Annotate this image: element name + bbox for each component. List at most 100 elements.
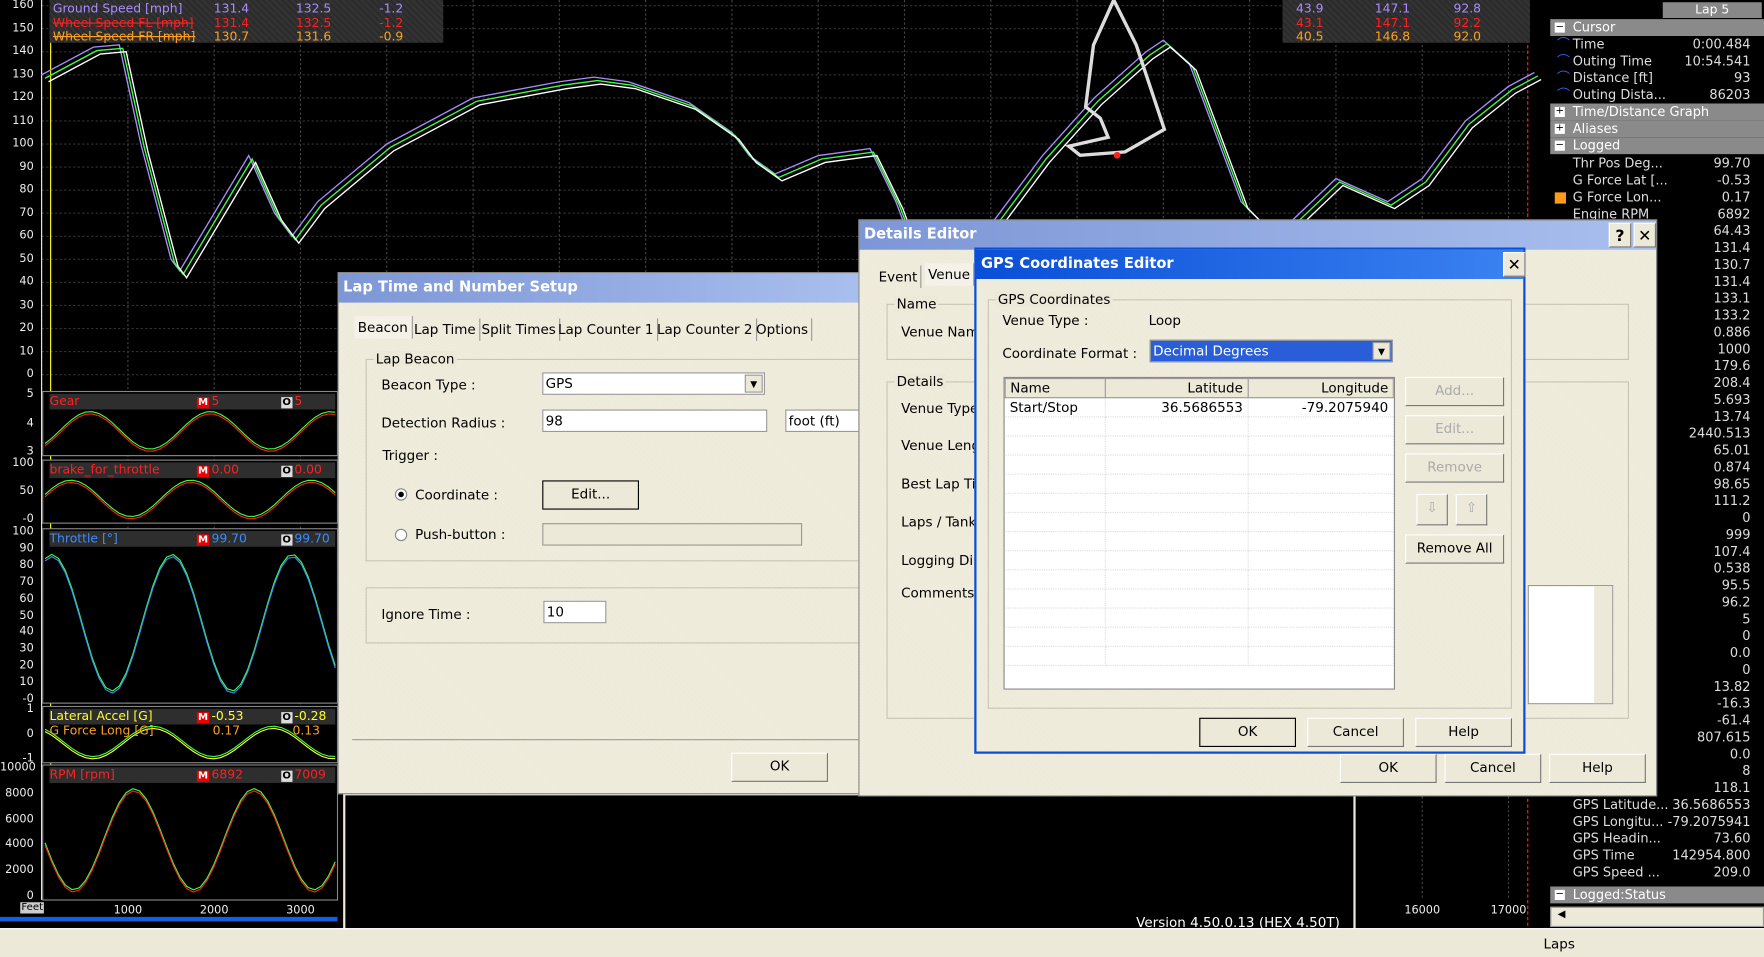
move-up-icon[interactable]: ⇧ [1455, 493, 1488, 526]
section-cursor[interactable]: − Cursor [1550, 19, 1764, 36]
edit-coordinates-button[interactable]: Edit... [542, 480, 639, 510]
logged-row[interactable]: GPS Longitu... -79.2075941 [1550, 813, 1764, 830]
expand-icon[interactable]: + [1554, 123, 1565, 134]
section-logged[interactable]: − Logged [1550, 137, 1764, 155]
close-icon[interactable]: ✕ [1503, 252, 1526, 277]
tab-options[interactable]: Options [753, 318, 813, 341]
column-header[interactable]: Name [1004, 378, 1106, 399]
logged-row[interactable]: GPS Headin... 73.60 [1550, 830, 1764, 847]
legend-name[interactable]: Ground Speed [mph] [53, 1, 183, 16]
legend-name[interactable]: Wheel Speed FL [mph] [53, 15, 194, 30]
section-aliases[interactable]: + Aliases [1550, 120, 1764, 138]
section-logged-status[interactable]: − Logged:Status [1550, 886, 1764, 904]
tab-event[interactable]: Event [875, 265, 922, 288]
coordinate-radio[interactable] [394, 488, 408, 501]
push-button-input[interactable] [542, 523, 803, 546]
push-button-radio[interactable] [394, 528, 408, 542]
logged-row[interactable]: GPS Latitude... 36.5686553 [1550, 797, 1764, 814]
table-row[interactable] [1005, 550, 1394, 571]
y-tick-label: 150 [12, 21, 34, 35]
beacon-type-select[interactable]: GPS ▼ [542, 372, 765, 395]
comments-scrollbar[interactable] [1594, 586, 1613, 704]
ok-button[interactable]: OK [731, 752, 828, 782]
ignore-time-label: Ignore Time : [381, 606, 471, 623]
scrollbar[interactable] [0, 916, 338, 922]
table-row[interactable] [1005, 512, 1394, 533]
table-cell [1104, 474, 1249, 494]
strip-o-value: 0.00 [294, 462, 322, 477]
logged-row[interactable]: GPS Time 142954.800 [1550, 847, 1764, 864]
collapse-icon[interactable]: − [1554, 22, 1565, 33]
cancel-button[interactable]: Cancel [1307, 717, 1404, 747]
strip-name[interactable]: Lateral Accel [G] [50, 709, 153, 724]
table-row[interactable] [1005, 531, 1394, 552]
y-tick-label: 100 [12, 525, 34, 538]
ignore-time-input[interactable]: 10 [543, 600, 607, 624]
tab-split-times[interactable]: Split Times [478, 318, 561, 341]
tab-venue[interactable]: Venue [924, 263, 975, 286]
coordinate-format-select[interactable]: Decimal Degrees ▼ [1149, 339, 1393, 363]
help-button[interactable]: Help [1549, 753, 1646, 783]
edit-button[interactable]: Edit... [1405, 415, 1505, 445]
help-button[interactable]: Help [1415, 717, 1512, 747]
strip-name[interactable]: RPM [rpm] [50, 767, 115, 782]
comments-input[interactable] [1527, 585, 1614, 705]
tab-lap-time[interactable]: Lap Time [411, 318, 481, 341]
table-row[interactable]: Start/Stop 36.5686553 -79.2075940 [1005, 397, 1394, 418]
strip-m-value: -0.53 [211, 708, 244, 724]
table-row[interactable] [1005, 569, 1394, 590]
remove-all-button[interactable]: Remove All [1405, 534, 1505, 564]
panel-scrollbar[interactable]: ◀ [1550, 906, 1764, 927]
collapse-icon[interactable]: − [1554, 889, 1565, 900]
ok-button[interactable]: OK [1199, 717, 1296, 747]
logged-row[interactable]: G Force Lon... 0.17 [1550, 189, 1764, 206]
tab-bar: Beacon Lap Time Split Times Lap Counter 1 La… [354, 316, 872, 343]
detection-radius-input[interactable]: 98 [542, 409, 768, 432]
splash-area: Version 4.50.0.13 (HEX 4.50T) [343, 793, 1356, 940]
table-row[interactable] [1005, 435, 1394, 456]
move-down-icon[interactable]: ⇩ [1416, 493, 1448, 526]
scroll-left-icon[interactable]: ◀ [1554, 909, 1570, 925]
tab-lap-counter-1[interactable]: Lap Counter 1 [555, 318, 658, 341]
table-row[interactable] [1005, 416, 1394, 437]
table-row[interactable] [1005, 608, 1394, 628]
logged-row[interactable]: Thr Pos Deg... 99.70 [1550, 155, 1764, 172]
table-row[interactable] [1005, 455, 1394, 475]
m-badge-icon: M [196, 770, 210, 782]
strip-name[interactable]: brake_for_throttle [50, 462, 160, 477]
logged-row[interactable]: G Force Lat [... -0.53 [1550, 172, 1764, 189]
table-cell [1247, 531, 1394, 552]
cancel-button[interactable]: Cancel [1444, 753, 1542, 783]
chevron-down-icon[interactable]: ▼ [1372, 342, 1391, 360]
column-header[interactable]: Longitude [1247, 378, 1394, 399]
table-row[interactable] [1005, 646, 1394, 666]
table-row[interactable] [1005, 588, 1394, 609]
strip-name[interactable]: Gear [50, 394, 80, 409]
column-header[interactable]: Latitude [1104, 378, 1249, 399]
lap-selector[interactable]: Lap 5 [1662, 2, 1762, 18]
table-row[interactable] [1005, 627, 1394, 647]
y-tick-label: 50 [19, 484, 34, 498]
strip-name[interactable]: Throttle [°] [50, 531, 118, 546]
logged-row[interactable]: GPS Speed ... 209.0 [1550, 864, 1764, 881]
table-row[interactable] [1005, 493, 1394, 513]
help-icon[interactable]: ? [1608, 222, 1632, 248]
ok-button[interactable]: OK [1339, 753, 1437, 783]
close-icon[interactable]: ✕ [1633, 222, 1656, 248]
section-time-distance[interactable]: + Time/Distance Graph [1550, 103, 1764, 121]
coordinates-table[interactable]: Name Latitude Longitude Start/Stop 36.568655… [1003, 376, 1395, 690]
table-row[interactable] [1005, 474, 1394, 494]
remove-button[interactable]: Remove [1405, 453, 1505, 483]
legend-name[interactable]: Wheel Speed FR [mph] [53, 29, 195, 44]
chevron-down-icon[interactable]: ▼ [744, 374, 763, 393]
tab-beacon[interactable]: Beacon [354, 316, 413, 339]
channel-name: Outing Time [1572, 52, 1652, 69]
legend-value: 40.5 [1296, 29, 1324, 44]
channel-value: 0 [1742, 627, 1751, 644]
add-button[interactable]: Add... [1405, 376, 1505, 407]
strip-name[interactable]: G Force Long [G] [50, 723, 154, 738]
tab-lap-counter-2[interactable]: Lap Counter 2 [654, 318, 757, 341]
collapse-icon[interactable]: − [1554, 140, 1565, 151]
channel-name: GPS Time [1572, 847, 1635, 863]
expand-icon[interactable]: + [1554, 106, 1565, 117]
